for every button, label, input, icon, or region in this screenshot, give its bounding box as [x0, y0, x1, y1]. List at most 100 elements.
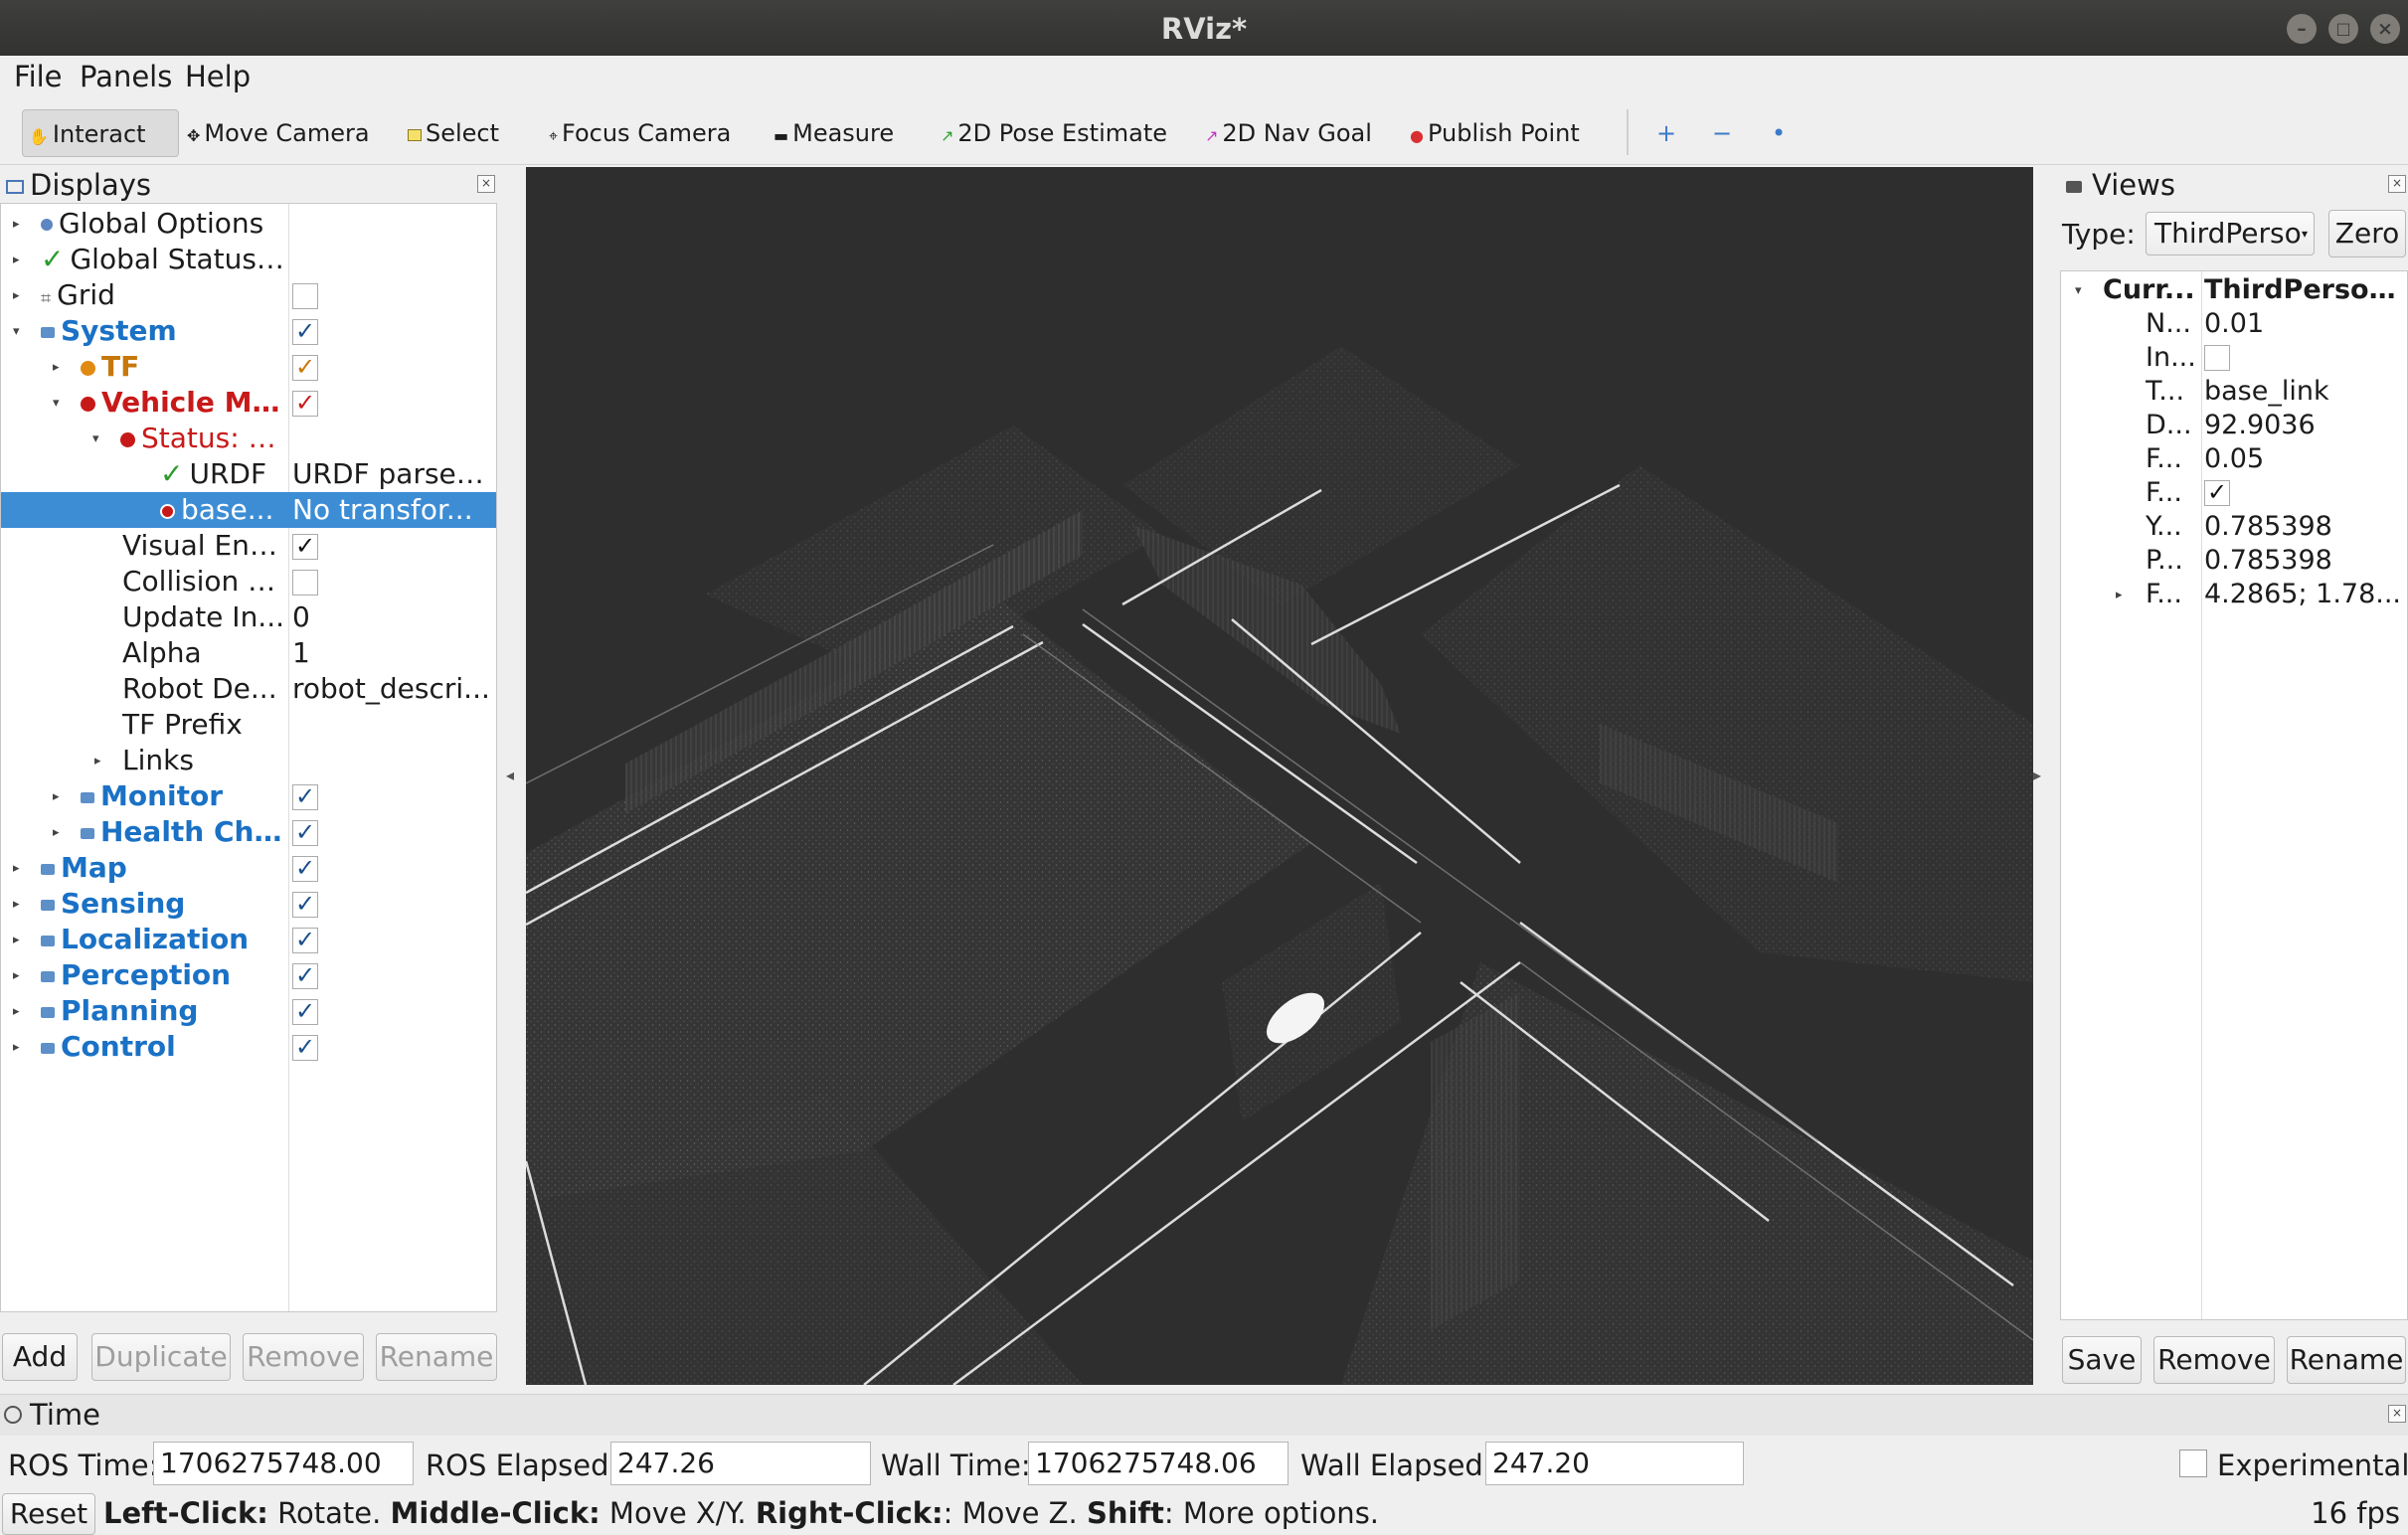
collapse-icon[interactable]: ▾ [13, 314, 20, 350]
collapse-icon[interactable]: ▾ [2075, 274, 2082, 308]
add-display-button[interactable]: Add [2, 1333, 78, 1381]
menu-help[interactable]: Help [185, 60, 251, 93]
maximize-button[interactable]: □ [2328, 14, 2358, 44]
tree-row-urdf[interactable]: ✓ URDF URDF parsed... [1, 456, 496, 492]
tree-row-tf[interactable]: ▸ TF ✓ [1, 349, 496, 385]
tree-row-visual-enabled[interactable]: Visual Ena... ✓ [1, 528, 496, 564]
ros-time-field[interactable]: 1706275748.00 [153, 1442, 414, 1485]
tree-row-global-options[interactable]: ▸ Global Options [1, 206, 496, 242]
system-checkbox[interactable]: ✓ [292, 319, 318, 345]
tree-row-vehicle-model[interactable]: ▾ Vehicle Mo... ✓ [1, 385, 496, 421]
tool-publish-point[interactable]: ● Publish Point [1410, 109, 1580, 157]
tree-row-alpha[interactable]: Alpha 1 [1, 635, 496, 671]
expand-icon[interactable]: ▸ [94, 744, 101, 779]
add-tool-button[interactable]: + [1656, 109, 1676, 157]
wall-time-field[interactable]: 1706275748.06 [1028, 1442, 1289, 1485]
expand-icon[interactable]: ▸ [13, 243, 20, 278]
tool-2d-nav-goal[interactable]: ↗ 2D Nav Goal [1205, 109, 1372, 157]
save-view-button[interactable]: Save [2062, 1336, 2142, 1384]
planning-checkbox[interactable]: ✓ [292, 999, 318, 1025]
tree-row-monitor[interactable]: ▸ Monitor ✓ [1, 778, 496, 814]
expand-icon[interactable]: ▸ [53, 779, 60, 815]
expand-icon[interactable]: ▸ [53, 350, 60, 386]
zero-button[interactable]: Zero [2328, 210, 2406, 257]
expand-icon[interactable]: ▸ [13, 923, 20, 958]
grid-checkbox[interactable] [292, 283, 318, 309]
tool-move-camera[interactable]: ✥ Move Camera [187, 109, 370, 157]
tree-row-map[interactable]: ▸ Map ✓ [1, 850, 496, 886]
remove-view-button[interactable]: Remove [2153, 1336, 2275, 1384]
sensing-checkbox[interactable]: ✓ [292, 892, 318, 918]
tree-row-localization[interactable]: ▸ Localization ✓ [1, 922, 496, 957]
invert-z-checkbox[interactable] [2204, 345, 2230, 371]
expand-icon[interactable]: ▸ [13, 278, 20, 314]
expand-icon[interactable]: ▸ [13, 958, 20, 994]
expand-icon[interactable]: ▸ [2116, 579, 2123, 612]
reset-button[interactable]: Reset [2, 1493, 95, 1535]
views-close-icon[interactable]: × [2388, 175, 2406, 193]
displays-close-icon[interactable]: × [477, 175, 495, 193]
time-close-icon[interactable]: × [2388, 1405, 2406, 1423]
expand-icon[interactable]: ▸ [13, 1030, 20, 1066]
vehicle-model-checkbox[interactable]: ✓ [292, 391, 318, 417]
remove-display-button[interactable]: Remove [243, 1333, 364, 1381]
ros-elapsed-field[interactable]: 247.26 [610, 1442, 871, 1485]
tool-2d-pose-estimate[interactable]: ↗ 2D Pose Estimate [941, 109, 1167, 157]
expand-icon[interactable]: ▸ [13, 851, 20, 887]
tool-properties-button[interactable]: • [1772, 109, 1786, 157]
tree-row-sensing[interactable]: ▸ Sensing ✓ [1, 886, 496, 922]
control-checkbox[interactable]: ✓ [292, 1035, 318, 1061]
expand-icon[interactable]: ▸ [13, 207, 20, 243]
wall-elapsed-field[interactable]: 247.20 [1485, 1442, 1744, 1485]
focal-shape-fixed-checkbox[interactable]: ✓ [2204, 480, 2230, 506]
collapse-icon[interactable]: ▾ [53, 386, 60, 422]
tree-row-links[interactable]: ▸ Links [1, 743, 496, 778]
collapse-icon[interactable]: ▾ [92, 422, 99, 457]
collision-enabled-checkbox[interactable] [292, 570, 318, 596]
tree-row-global-status[interactable]: ▸ ✓ Global Status: ... [1, 242, 496, 277]
health-checker-checkbox[interactable]: ✓ [292, 820, 318, 846]
pitch-row[interactable]: P... 0.785398 [2061, 544, 2407, 578]
experimental-checkbox[interactable] [2179, 1450, 2207, 1477]
map-checkbox[interactable]: ✓ [292, 856, 318, 882]
tree-row-health-checker[interactable]: ▸ Health Che... ✓ [1, 814, 496, 850]
tree-row-robot-description[interactable]: Robot De... robot_descri... [1, 671, 496, 707]
near-clip-row[interactable]: N... 0.01 [2061, 307, 2407, 341]
tree-row-base-link[interactable]: base... No transfor... [1, 492, 496, 528]
tool-interact[interactable]: ✋ Interact [22, 109, 179, 157]
focal-shape-size-row[interactable]: F... 0.05 [2061, 442, 2407, 476]
right-splitter-handle[interactable]: ▸ [2033, 766, 2041, 784]
expand-icon[interactable]: ▸ [53, 815, 60, 851]
duplicate-display-button[interactable]: Duplicate [91, 1333, 231, 1381]
tree-row-planning[interactable]: ▸ Planning ✓ [1, 993, 496, 1029]
robot-description-value[interactable]: robot_descri... [292, 671, 491, 707]
rename-view-button[interactable]: Rename [2287, 1336, 2406, 1384]
current-view-row[interactable]: ▾ Curr... ThirdPerson... [2061, 273, 2407, 307]
distance-row[interactable]: D... 92.9036 [2061, 409, 2407, 442]
left-splitter-handle[interactable]: ◂ [506, 766, 514, 784]
expand-icon[interactable]: ▸ [13, 887, 20, 923]
update-interval-value[interactable]: 0 [292, 599, 491, 635]
remove-tool-button[interactable]: − [1712, 109, 1732, 157]
expand-icon[interactable]: ▸ [13, 994, 20, 1030]
tool-measure[interactable]: ▬ Measure [774, 109, 894, 157]
tree-row-control[interactable]: ▸ Control ✓ [1, 1029, 496, 1065]
menu-panels[interactable]: Panels [80, 60, 172, 93]
yaw-row[interactable]: Y... 0.785398 [2061, 510, 2407, 544]
tool-focus-camera[interactable]: ⌖ Focus Camera [549, 109, 731, 157]
tree-row-tf-prefix[interactable]: TF Prefix [1, 707, 496, 743]
minimize-button[interactable]: – [2287, 14, 2317, 44]
tree-row-grid[interactable]: ▸ ⌗ Grid [1, 277, 496, 313]
perception-checkbox[interactable]: ✓ [292, 963, 318, 989]
render-viewport[interactable] [526, 167, 2033, 1385]
focal-shape-fixed-row[interactable]: F... ✓ [2061, 476, 2407, 510]
tf-checkbox[interactable]: ✓ [292, 355, 318, 381]
menu-file[interactable]: File [14, 60, 63, 93]
visual-enabled-checkbox[interactable]: ✓ [292, 534, 318, 560]
alpha-value[interactable]: 1 [292, 635, 491, 671]
tree-row-status[interactable]: ▾ Status: E... [1, 421, 496, 456]
tree-row-update-interval[interactable]: Update In... 0 [1, 599, 496, 635]
focal-point-row[interactable]: ▸ F... 4.2865; 1.78... [2061, 578, 2407, 611]
tool-select[interactable]: Select [408, 109, 499, 157]
view-type-dropdown[interactable]: ThirdPerso ▾ [2146, 212, 2315, 256]
